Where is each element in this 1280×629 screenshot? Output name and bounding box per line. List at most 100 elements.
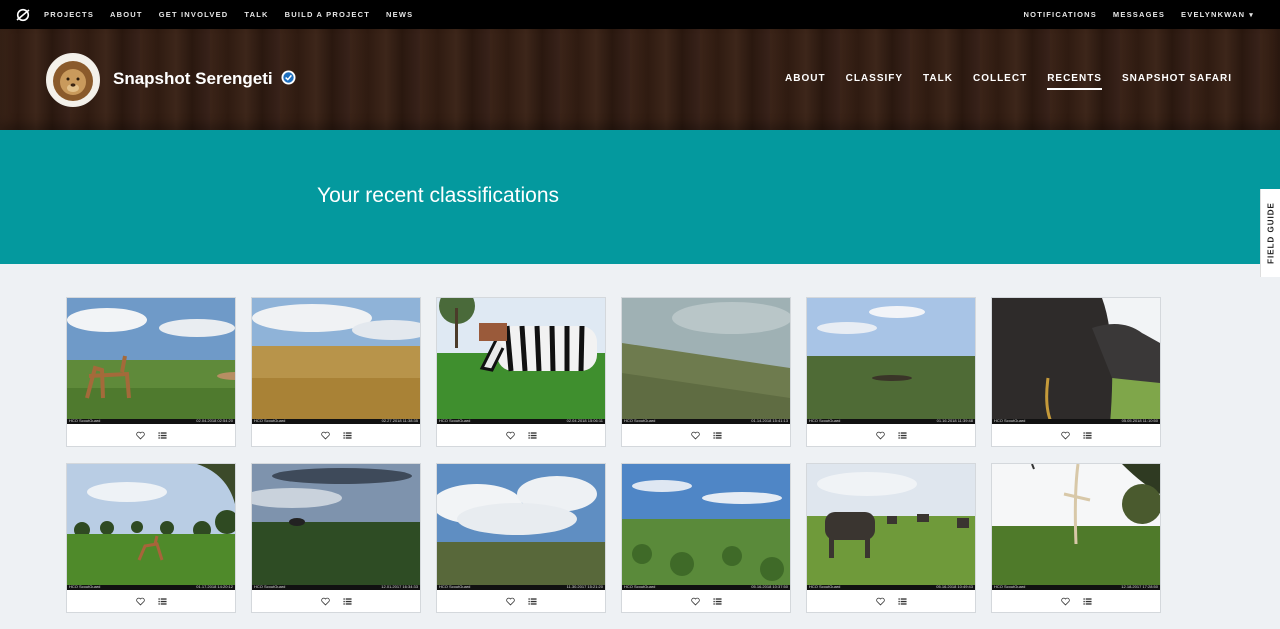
card-actions <box>252 590 420 612</box>
heart-icon[interactable] <box>1060 596 1070 606</box>
zooniverse-logo-icon[interactable] <box>16 8 30 22</box>
heart-icon[interactable] <box>135 596 145 606</box>
timestamp-label: 05.05.2018 11:10:50 <box>1121 418 1158 423</box>
classification-card: HCO ScoutGuard 11.30.2017 15:21:20 <box>436 463 606 613</box>
list-icon[interactable] <box>157 430 167 440</box>
card-actions <box>67 590 235 612</box>
classification-card: HCO ScoutGuard 02.04.2018 02:54:20 <box>66 297 236 447</box>
card-actions <box>67 424 235 446</box>
list-icon[interactable] <box>342 430 352 440</box>
timestamp-label: 05.16.2018 10:49:43 <box>936 584 973 589</box>
list-icon[interactable] <box>897 596 907 606</box>
classification-card: HCO ScoutGuard 02.04.2018 15:06:11 <box>436 297 606 447</box>
classification-card: HCO ScoutGuard 01.16.2018 11:39:48 <box>806 297 976 447</box>
user-account-menu[interactable]: EVELYNKWAN ▾ <box>1181 10 1254 19</box>
heart-icon[interactable] <box>690 596 700 606</box>
subject-thumbnail[interactable]: HCO ScoutGuard 01.14.2018 15:41:13 <box>622 298 790 424</box>
camera-label: HCO ScoutGuard <box>994 584 1026 589</box>
timestamp-label: 02.04.2018 15:06:11 <box>566 418 603 423</box>
subject-thumbnail[interactable]: HCO ScoutGuard 05.05.2018 11:10:50 <box>992 298 1160 424</box>
subject-thumbnail[interactable]: HCO ScoutGuard 05.16.2018 10:37:50 <box>622 464 790 590</box>
nav-talk[interactable]: TALK <box>244 10 268 19</box>
subject-thumbnail[interactable]: HCO ScoutGuard 02.04.2018 02:54:20 <box>67 298 235 424</box>
list-icon[interactable] <box>712 596 722 606</box>
timestamp-label: 05.16.2018 10:37:50 <box>751 584 788 589</box>
field-guide-label: FIELD GUIDE <box>1266 202 1275 264</box>
subject-thumbnail[interactable]: HCO ScoutGuard 02.04.2018 15:06:11 <box>437 298 605 424</box>
card-actions <box>437 590 605 612</box>
project-nav-collect[interactable]: COLLECT <box>973 73 1027 90</box>
page-title: Your recent classifications <box>317 184 560 207</box>
heart-icon[interactable] <box>320 596 330 606</box>
project-navigation: ABOUT CLASSIFY TALK COLLECT RECENTS SNAP… <box>765 73 1232 90</box>
camera-label: HCO ScoutGuard <box>809 418 841 423</box>
heart-icon[interactable] <box>505 596 515 606</box>
timestamp-label: 12.01.2017 16:34:33 <box>381 584 418 589</box>
heart-icon[interactable] <box>690 430 700 440</box>
main-menu: PROJECTS ABOUT GET INVOLVED TALK BUILD A… <box>44 10 429 19</box>
list-icon[interactable] <box>1082 430 1092 440</box>
classification-card: HCO ScoutGuard 05.16.2018 10:37:50 <box>621 463 791 613</box>
classification-card: HCO ScoutGuard 05.05.2018 11:10:50 <box>991 297 1161 447</box>
camera-label: HCO ScoutGuard <box>254 584 286 589</box>
list-icon[interactable] <box>1082 596 1092 606</box>
classification-card: HCO ScoutGuard 12.01.2017 16:34:33 <box>251 463 421 613</box>
subject-thumbnail[interactable]: HCO ScoutGuard 01.16.2018 11:39:48 <box>807 298 975 424</box>
page-banner: Your recent classifications <box>0 130 1280 264</box>
timestamp-label: 11.30.2017 15:21:20 <box>566 584 603 589</box>
nav-projects[interactable]: PROJECTS <box>44 10 94 19</box>
list-icon[interactable] <box>157 596 167 606</box>
nav-notifications[interactable]: NOTIFICATIONS <box>1024 10 1097 19</box>
classification-card: HCO ScoutGuard 05.16.2018 10:49:43 <box>806 463 976 613</box>
list-icon[interactable] <box>712 430 722 440</box>
classification-card: HCO ScoutGuard 01.14.2018 15:41:13 <box>621 297 791 447</box>
classification-card: HCO ScoutGuard 01.17.2018 14:20:12 <box>66 463 236 613</box>
project-nav-about[interactable]: ABOUT <box>785 73 826 90</box>
project-title[interactable]: Snapshot Serengeti <box>113 69 273 89</box>
heart-icon[interactable] <box>320 430 330 440</box>
subject-thumbnail[interactable]: HCO ScoutGuard 02.27.2018 11:38:35 <box>252 298 420 424</box>
camera-label: HCO ScoutGuard <box>809 584 841 589</box>
timestamp-label: 01.14.2018 15:41:13 <box>751 418 788 423</box>
list-icon[interactable] <box>342 596 352 606</box>
nav-news[interactable]: NEWS <box>386 10 413 19</box>
nav-build-a-project[interactable]: BUILD A PROJECT <box>285 10 370 19</box>
heart-icon[interactable] <box>875 430 885 440</box>
card-actions <box>992 590 1160 612</box>
heart-icon[interactable] <box>505 430 515 440</box>
verified-check-icon <box>281 70 296 85</box>
nav-get-involved[interactable]: GET INVOLVED <box>159 10 229 19</box>
timestamp-label: 12.18.2017 17:28:50 <box>1121 584 1158 589</box>
subject-thumbnail[interactable]: HCO ScoutGuard 11.30.2017 15:21:20 <box>437 464 605 590</box>
timestamp-label: 02.04.2018 02:54:20 <box>196 418 233 423</box>
card-actions <box>807 424 975 446</box>
subject-thumbnail[interactable]: HCO ScoutGuard 05.16.2018 10:49:43 <box>807 464 975 590</box>
subject-thumbnail[interactable]: HCO ScoutGuard 12.18.2017 17:28:50 <box>992 464 1160 590</box>
camera-label: HCO ScoutGuard <box>254 418 286 423</box>
list-icon[interactable] <box>527 596 537 606</box>
project-nav-classify[interactable]: CLASSIFY <box>846 73 903 90</box>
lion-avatar[interactable] <box>46 53 100 107</box>
nav-messages[interactable]: MESSAGES <box>1113 10 1165 19</box>
camera-label: HCO ScoutGuard <box>439 418 471 423</box>
heart-icon[interactable] <box>875 596 885 606</box>
heart-icon[interactable] <box>1060 430 1070 440</box>
card-actions <box>992 424 1160 446</box>
camera-label: HCO ScoutGuard <box>624 584 656 589</box>
username: EVELYNKWAN <box>1181 10 1246 19</box>
camera-label: HCO ScoutGuard <box>624 418 656 423</box>
heart-icon[interactable] <box>135 430 145 440</box>
list-icon[interactable] <box>897 430 907 440</box>
subject-thumbnail[interactable]: HCO ScoutGuard 01.17.2018 14:20:12 <box>67 464 235 590</box>
list-icon[interactable] <box>527 430 537 440</box>
field-guide-tab[interactable]: FIELD GUIDE <box>1260 189 1280 277</box>
camera-label: HCO ScoutGuard <box>69 418 101 423</box>
classification-card: HCO ScoutGuard 02.27.2018 11:38:35 <box>251 297 421 447</box>
project-nav-recents[interactable]: RECENTS <box>1047 73 1102 90</box>
project-nav-talk[interactable]: TALK <box>923 73 953 90</box>
card-actions <box>437 424 605 446</box>
subject-thumbnail[interactable]: HCO ScoutGuard 12.01.2017 16:34:33 <box>252 464 420 590</box>
nav-about[interactable]: ABOUT <box>110 10 143 19</box>
timestamp-label: 02.27.2018 11:38:35 <box>381 418 418 423</box>
project-nav-snapshot-safari[interactable]: SNAPSHOT SAFARI <box>1122 73 1232 90</box>
